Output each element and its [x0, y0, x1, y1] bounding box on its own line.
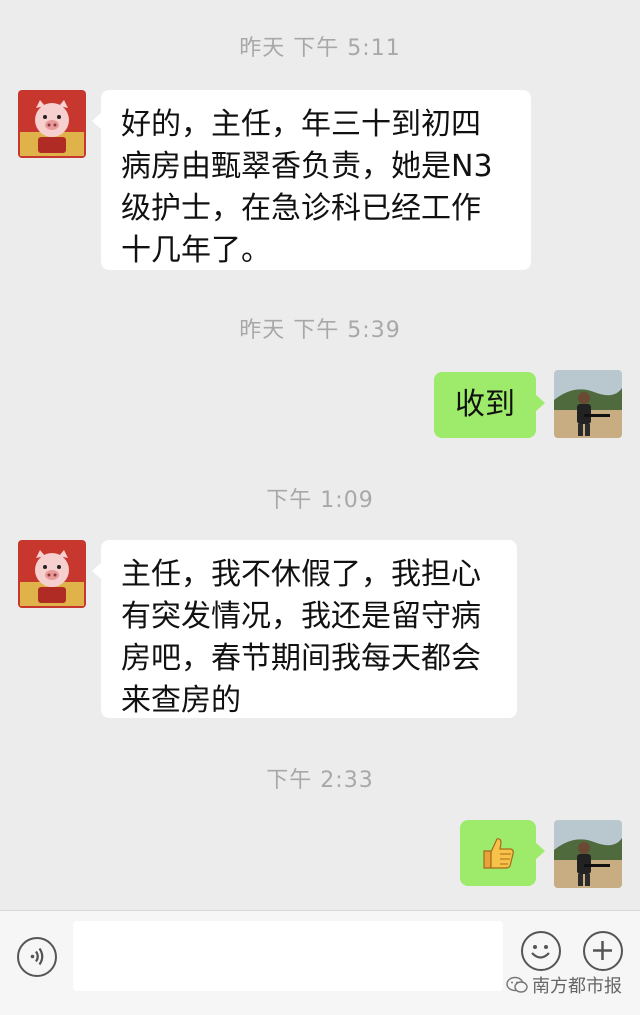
publisher-watermark: 南方都市报	[506, 972, 622, 998]
voice-icon	[30, 947, 44, 966]
voice-input-button[interactable]	[17, 937, 57, 977]
wechat-logo-icon	[506, 976, 528, 993]
message-text-line: 病房由甄翠香负责，她是N3	[121, 149, 493, 184]
incoming-message-bubble[interactable]: 好的，主任，年三十到初四 病房由甄翠香负责，她是N3 级护士，在急诊科已经工作 …	[92, 90, 531, 270]
person-photo-avatar-icon	[554, 370, 622, 438]
timestamp: 下午 1:09	[266, 488, 374, 513]
message-input-bar	[0, 910, 640, 1015]
plus-icon	[593, 941, 612, 960]
timestamp: 昨天 下午 5:11	[239, 36, 401, 61]
more-actions-button[interactable]	[583, 931, 623, 971]
my-avatar[interactable]	[554, 370, 622, 438]
contact-avatar[interactable]	[18, 540, 86, 608]
chat-area[interactable]: 昨天 下午 5:11 好的，主任，年三十到初四 病房由甄翠香负责，她是N3 级护…	[0, 0, 640, 910]
message-text-line: 主任，我不休假了，我担心	[121, 557, 481, 592]
timestamp: 下午 2:33	[266, 768, 374, 793]
pig-avatar-icon	[18, 90, 86, 158]
incoming-message-bubble[interactable]: 主任，我不休假了，我担心 有突发情况，我还是留守病 房吧，春节期间我每天都会 来…	[92, 540, 517, 718]
emoji-button[interactable]	[521, 931, 561, 971]
contact-avatar[interactable]	[18, 90, 86, 158]
thumbs-up-emoji	[483, 838, 514, 869]
outgoing-emoji-bubble[interactable]	[460, 820, 545, 886]
message-text-line: 十几年了。	[121, 233, 271, 268]
message-text-line: 好的，主任，年三十到初四	[121, 107, 481, 142]
message-text-line: 有突发情况，我还是留守病	[121, 599, 481, 634]
pig-avatar-icon	[18, 540, 86, 608]
my-avatar[interactable]	[554, 820, 622, 888]
watermark-text: 南方都市报	[532, 976, 622, 997]
message-text: 收到	[455, 387, 515, 422]
person-photo-avatar-icon	[554, 820, 622, 888]
message-text-line: 房吧，春节期间我每天都会	[121, 641, 481, 676]
timestamp: 昨天 下午 5:39	[239, 318, 401, 343]
message-text-line: 级护士，在急诊科已经工作	[121, 191, 481, 226]
smiley-face-icon	[531, 945, 550, 959]
outgoing-message-bubble[interactable]: 收到	[434, 372, 545, 438]
message-text-input[interactable]	[73, 921, 503, 991]
message-text-line: 来查房的	[121, 683, 241, 718]
